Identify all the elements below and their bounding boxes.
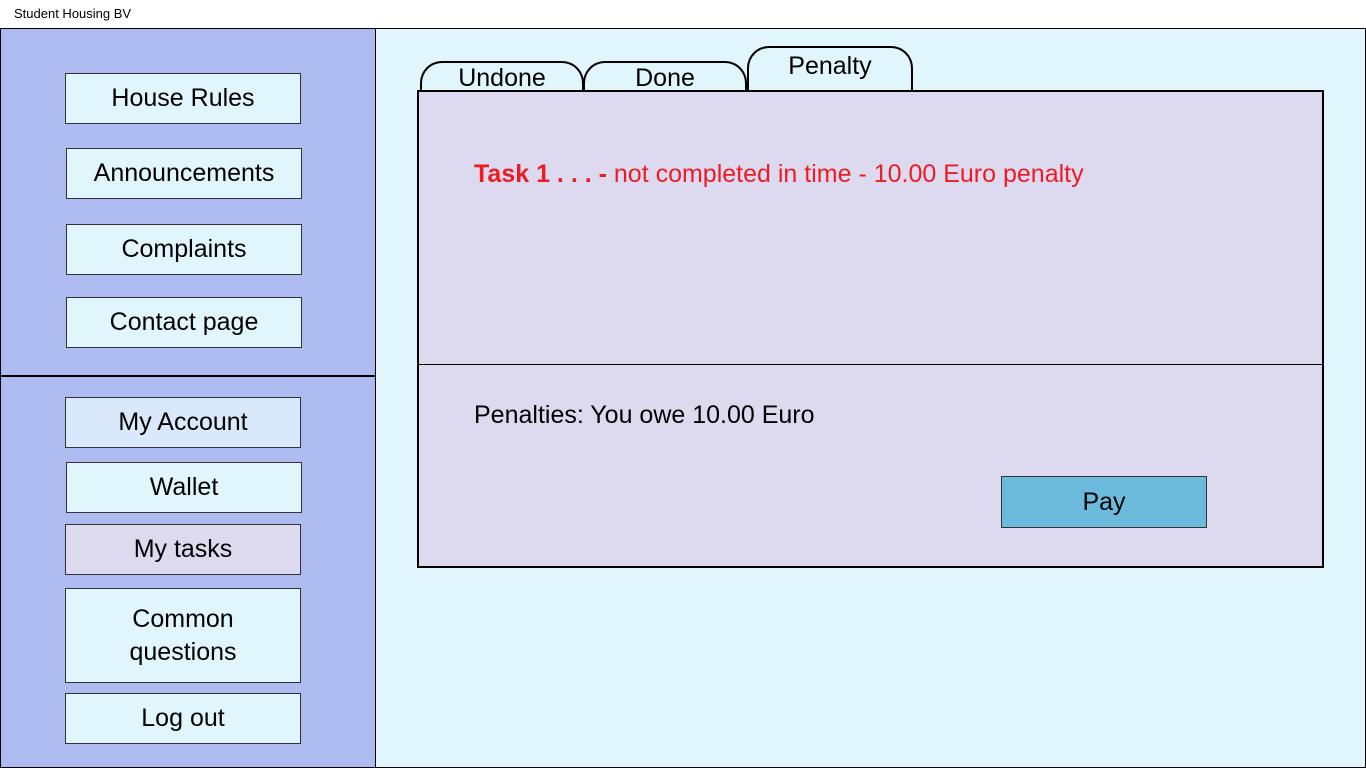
app-window: Student Housing BV House Rules Announcem…	[0, 0, 1366, 768]
tab-done[interactable]: Done	[583, 61, 747, 92]
sidebar-divider	[1, 375, 376, 377]
nav-complaints-button[interactable]: Complaints	[66, 224, 302, 275]
pay-button[interactable]: Pay	[1001, 476, 1207, 528]
penalty-task-detail: not completed in time - 10.00 Euro penal…	[606, 160, 1084, 188]
tab-penalty[interactable]: Penalty	[747, 46, 913, 92]
penalty-panel: Task 1 . . . - not completed in time - 1…	[417, 90, 1324, 568]
nav-log-out-button[interactable]: Log out	[65, 693, 301, 744]
panel-divider	[419, 364, 1322, 365]
penalty-item: Task 1 . . . - not completed in time - 1…	[474, 160, 1084, 189]
tab-undone[interactable]: Undone	[420, 61, 584, 92]
nav-contact-page-button[interactable]: Contact page	[66, 297, 302, 348]
nav-announcements-button[interactable]: Announcements	[66, 148, 302, 199]
window-title: Student Housing BV	[14, 6, 132, 21]
nav-my-tasks-button[interactable]: My tasks	[65, 524, 301, 575]
penalty-summary-text: Penalties: You owe 10.00 Euro	[474, 401, 815, 429]
nav-wallet-button[interactable]: Wallet	[66, 462, 302, 513]
nav-common-questions-button[interactable]: Common questions	[65, 588, 301, 683]
nav-house-rules-button[interactable]: House Rules	[65, 73, 301, 124]
penalty-task-name: Task 1 . . . -	[474, 160, 607, 188]
sidebar: House Rules Announcements Complaints Con…	[0, 28, 376, 768]
nav-my-account-button[interactable]: My Account	[65, 397, 301, 448]
title-bar: Student Housing BV	[0, 0, 1366, 28]
